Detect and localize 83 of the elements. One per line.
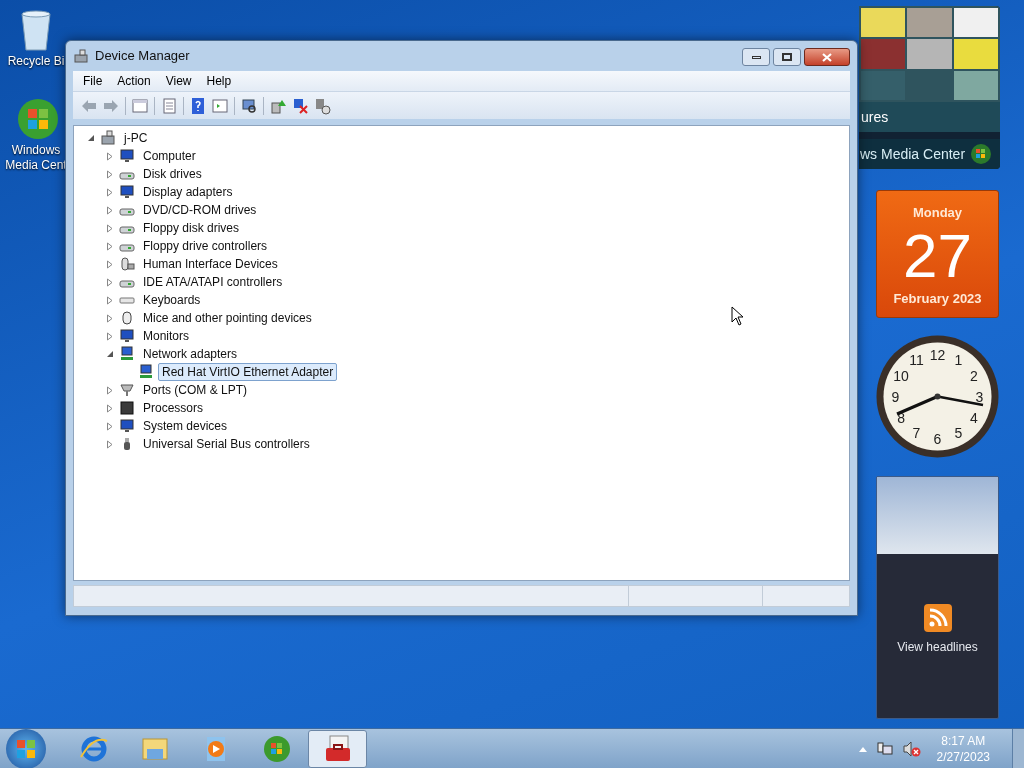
device-icon — [119, 382, 135, 398]
expand-arrow-icon[interactable] — [106, 205, 114, 215]
device-icon — [119, 328, 135, 344]
expand-arrow-icon[interactable] — [106, 151, 114, 161]
expand-arrow-icon[interactable] — [106, 223, 114, 233]
month-year-text: February 2023 — [893, 289, 982, 308]
view-headlines-link[interactable]: View headlines — [897, 638, 978, 656]
tree-item[interactable]: Floppy disk drives — [139, 219, 244, 237]
windows-logo-icon — [16, 738, 36, 759]
start-button[interactable] — [6, 728, 46, 768]
muted-speaker-icon[interactable] — [902, 740, 921, 757]
weekday-text: Monday — [912, 204, 963, 222]
device-icon — [138, 364, 154, 380]
maximize-icon — [782, 53, 792, 61]
device-icon — [100, 130, 116, 146]
show-desktop-button[interactable] — [1012, 728, 1024, 768]
show-hidden-icons-arrow[interactable] — [858, 745, 867, 752]
network-icon[interactable] — [876, 740, 893, 757]
tree-item[interactable]: Network adapters — [139, 345, 242, 363]
mouse-pointer-icon — [731, 306, 744, 326]
tree-item[interactable]: Red Hat VirtIO Ethernet Adapter — [158, 363, 338, 381]
remove-device-icon — [291, 96, 309, 115]
tree-item[interactable]: Processors — [139, 399, 208, 417]
expand-arrow-icon[interactable] — [106, 439, 114, 449]
menu-item[interactable]: Action — [117, 72, 151, 90]
expand-arrow-icon[interactable] — [106, 385, 114, 395]
tree-item[interactable]: Universal Serial Bus controllers — [139, 435, 314, 453]
collapse-arrow-icon[interactable] — [106, 349, 114, 359]
expand-arrow-icon[interactable] — [106, 241, 114, 251]
expand-arrow-icon[interactable] — [106, 187, 114, 197]
device-icon — [119, 346, 135, 362]
monitor-search-icon — [240, 96, 258, 115]
tree-item[interactable]: Mice and other pointing devices — [139, 309, 316, 327]
window-title: Device Manager — [95, 47, 190, 66]
tree-item[interactable]: Computer — [139, 147, 200, 165]
menu-item[interactable]: Help — [206, 72, 232, 90]
pane-icon — [131, 96, 149, 115]
device-icon — [119, 184, 135, 200]
expand-arrow-icon[interactable] — [106, 403, 114, 413]
taskbar-button[interactable] — [308, 729, 367, 768]
help-icon — [189, 96, 207, 115]
desktop-icon-label[interactable]: Windows Media Cent — [5, 143, 67, 173]
tree-item[interactable]: System devices — [139, 417, 232, 435]
tree-item[interactable]: Ports (COM & LPT) — [139, 381, 251, 399]
expand-arrow-icon[interactable] — [106, 313, 114, 323]
tree-item[interactable]: j-PC — [120, 129, 152, 147]
tree-item[interactable]: Human Interface Devices — [139, 255, 282, 273]
device-icon — [119, 148, 135, 164]
expand-arrow-icon[interactable] — [106, 259, 114, 269]
menu-item[interactable]: File — [83, 72, 103, 90]
collapse-arrow-icon[interactable] — [87, 133, 95, 143]
tree-item[interactable]: DVD/CD-ROM drives — [139, 201, 261, 219]
maximize-button[interactable] — [773, 48, 801, 66]
expand-arrow-icon[interactable] — [106, 169, 114, 179]
minimize-button[interactable] — [742, 48, 770, 66]
document-icon — [160, 96, 178, 115]
device-icon — [119, 400, 135, 416]
close-icon — [822, 52, 832, 62]
tree-item[interactable]: Floppy drive controllers — [139, 237, 272, 255]
rss-icon[interactable] — [923, 604, 952, 632]
minimize-icon — [751, 55, 761, 59]
close-button[interactable] — [804, 48, 850, 66]
device-icon — [119, 256, 135, 272]
computer-icon — [73, 48, 89, 64]
tree-item[interactable]: Disk drives — [139, 165, 206, 183]
menu-item[interactable]: View — [165, 72, 192, 90]
pane-icon — [211, 96, 229, 115]
banner-text: ws Media Center — [860, 144, 966, 164]
tile-caption: ures — [861, 107, 889, 127]
tree-item[interactable]: IDE ATA/ATAPI controllers — [139, 273, 287, 291]
expand-arrow-icon[interactable] — [106, 421, 114, 431]
tree-item[interactable]: Keyboards — [139, 291, 205, 309]
windows-logo-icon — [970, 143, 992, 165]
expand-arrow-icon[interactable] — [106, 331, 114, 341]
media-center-gadget[interactable]: ures ws Media Center — [859, 6, 1000, 169]
day-number: 27 — [903, 222, 972, 289]
disable-device-icon — [313, 96, 331, 115]
expand-arrow-icon[interactable] — [106, 277, 114, 287]
desktop-icon-label[interactable]: Recycle Bi — [7, 54, 65, 69]
tree-item[interactable]: Display adapters — [139, 183, 237, 201]
device-icon — [119, 418, 135, 434]
expand-arrow-icon[interactable] — [106, 295, 114, 305]
tree-item[interactable]: Monitors — [139, 327, 193, 345]
